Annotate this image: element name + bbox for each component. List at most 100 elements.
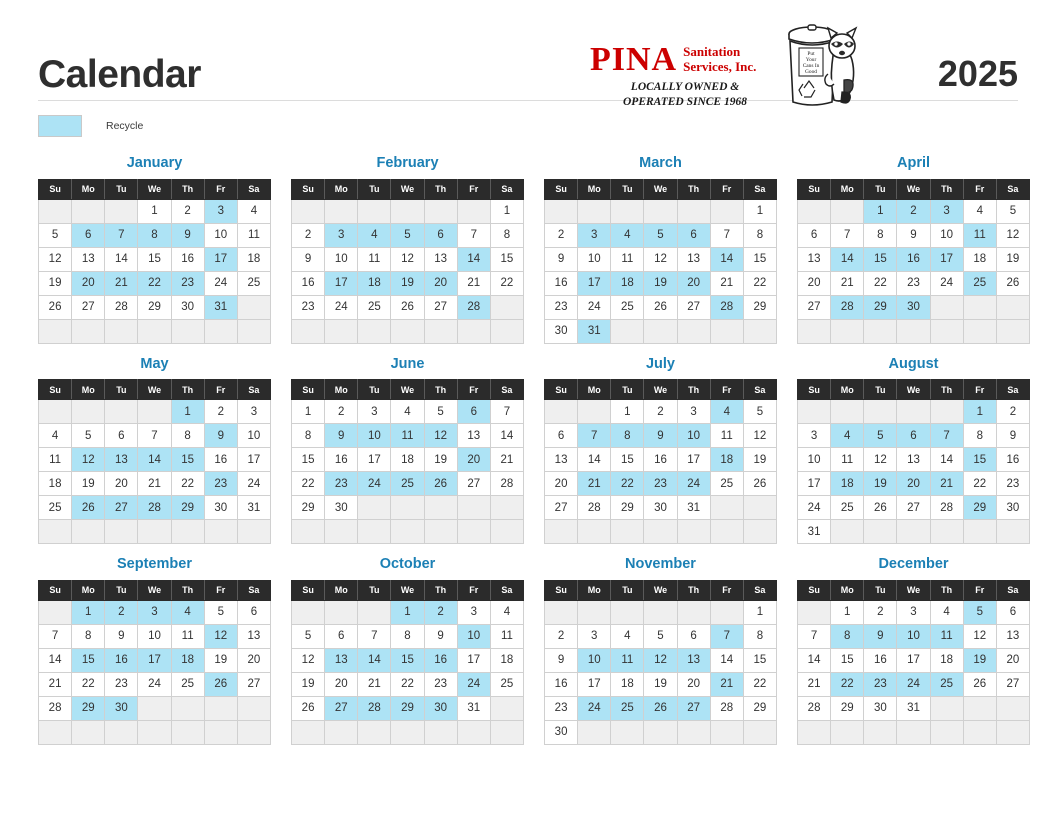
day-cell[interactable]: 20 <box>324 671 359 697</box>
day-cell[interactable]: 30 <box>203 495 238 520</box>
day-cell[interactable]: 3 <box>357 399 392 424</box>
day-cell[interactable]: 6 <box>676 623 711 649</box>
day-cell[interactable]: 25 <box>830 495 865 520</box>
day-cell-recycle[interactable]: 30 <box>896 294 931 320</box>
day-cell[interactable]: 18 <box>962 246 997 272</box>
day-cell[interactable]: 23 <box>423 671 458 697</box>
day-cell-recycle[interactable]: 28 <box>830 294 865 320</box>
day-cell[interactable]: 1 <box>610 399 645 424</box>
day-cell-recycle[interactable]: 14 <box>357 647 392 673</box>
day-cell[interactable]: 12 <box>290 647 326 673</box>
day-cell-recycle[interactable]: 4 <box>170 599 205 625</box>
day-cell-recycle[interactable]: 15 <box>390 647 425 673</box>
day-cell[interactable]: 3 <box>456 599 491 625</box>
day-cell-recycle[interactable]: 17 <box>203 246 238 272</box>
day-cell[interactable]: 31 <box>456 695 491 721</box>
day-cell-recycle[interactable]: 19 <box>962 647 997 673</box>
day-cell[interactable]: 12 <box>863 447 898 472</box>
day-cell[interactable]: 17 <box>796 471 832 496</box>
day-cell-recycle[interactable]: 7 <box>104 222 139 248</box>
day-cell[interactable]: 4 <box>390 399 425 424</box>
day-cell[interactable]: 8 <box>863 222 898 248</box>
day-cell[interactable]: 18 <box>489 647 525 673</box>
day-cell[interactable]: 26 <box>742 471 778 496</box>
day-cell[interactable]: 27 <box>543 495 579 520</box>
day-cell[interactable]: 9 <box>543 647 579 673</box>
day-cell[interactable]: 26 <box>962 671 997 697</box>
day-cell[interactable]: 16 <box>643 447 678 472</box>
day-cell[interactable]: 5 <box>290 623 326 649</box>
day-cell[interactable]: 21 <box>137 471 172 496</box>
day-cell-recycle[interactable]: 23 <box>203 471 238 496</box>
day-cell[interactable]: 26 <box>290 695 326 721</box>
day-cell-recycle[interactable]: 1 <box>962 399 997 424</box>
day-cell-recycle[interactable]: 6 <box>896 423 931 448</box>
day-cell[interactable]: 3 <box>676 399 711 424</box>
day-cell-recycle[interactable]: 10 <box>357 423 392 448</box>
day-cell[interactable]: 9 <box>543 246 579 272</box>
day-cell[interactable]: 3 <box>896 599 931 625</box>
day-cell[interactable]: 11 <box>830 447 865 472</box>
day-cell[interactable]: 11 <box>709 423 744 448</box>
day-cell-recycle[interactable]: 18 <box>830 471 865 496</box>
day-cell-recycle[interactable]: 23 <box>863 671 898 697</box>
day-cell[interactable]: 1 <box>489 198 525 224</box>
day-cell[interactable]: 30 <box>995 495 1031 520</box>
day-cell[interactable]: 9 <box>896 222 931 248</box>
day-cell-recycle[interactable]: 22 <box>830 671 865 697</box>
day-cell-recycle[interactable]: 2 <box>423 599 458 625</box>
day-cell[interactable]: 17 <box>577 671 612 697</box>
day-cell[interactable]: 3 <box>236 399 272 424</box>
day-cell-recycle[interactable]: 27 <box>324 695 359 721</box>
day-cell-recycle[interactable]: 2 <box>104 599 139 625</box>
day-cell[interactable]: 12 <box>37 246 73 272</box>
day-cell[interactable]: 30 <box>543 318 579 344</box>
day-cell[interactable]: 2 <box>543 623 579 649</box>
day-cell-recycle[interactable]: 1 <box>71 599 106 625</box>
day-cell-recycle[interactable]: 5 <box>962 599 997 625</box>
day-cell-recycle[interactable]: 12 <box>643 647 678 673</box>
day-cell[interactable]: 10 <box>236 423 272 448</box>
day-cell[interactable]: 27 <box>423 294 458 320</box>
day-cell-recycle[interactable]: 29 <box>71 695 106 721</box>
day-cell-recycle[interactable]: 15 <box>71 647 106 673</box>
day-cell[interactable]: 8 <box>71 623 106 649</box>
day-cell[interactable]: 23 <box>543 294 579 320</box>
day-cell[interactable]: 27 <box>71 294 106 320</box>
day-cell[interactable]: 27 <box>456 471 491 496</box>
day-cell[interactable]: 18 <box>236 246 272 272</box>
day-cell-recycle[interactable]: 21 <box>929 471 964 496</box>
day-cell-recycle[interactable]: 24 <box>456 671 491 697</box>
day-cell[interactable]: 18 <box>37 471 73 496</box>
day-cell[interactable]: 2 <box>324 399 359 424</box>
day-cell[interactable]: 19 <box>203 647 238 673</box>
day-cell[interactable]: 21 <box>37 671 73 697</box>
day-cell-recycle[interactable]: 20 <box>676 270 711 296</box>
day-cell[interactable]: 3 <box>577 623 612 649</box>
day-cell-recycle[interactable]: 1 <box>390 599 425 625</box>
day-cell-recycle[interactable]: 4 <box>709 399 744 424</box>
day-cell-recycle[interactable]: 22 <box>137 270 172 296</box>
day-cell-recycle[interactable]: 4 <box>830 423 865 448</box>
day-cell[interactable]: 12 <box>742 423 778 448</box>
day-cell-recycle[interactable]: 15 <box>863 246 898 272</box>
day-cell[interactable]: 12 <box>962 623 997 649</box>
day-cell-recycle[interactable]: 20 <box>71 270 106 296</box>
day-cell-recycle[interactable]: 28 <box>456 294 491 320</box>
day-cell[interactable]: 21 <box>709 270 744 296</box>
day-cell[interactable]: 2 <box>203 399 238 424</box>
day-cell[interactable]: 27 <box>995 671 1031 697</box>
day-cell[interactable]: 2 <box>995 399 1031 424</box>
day-cell[interactable]: 13 <box>676 246 711 272</box>
day-cell[interactable]: 5 <box>643 623 678 649</box>
day-cell-recycle[interactable]: 29 <box>962 495 997 520</box>
day-cell[interactable]: 16 <box>324 447 359 472</box>
day-cell-recycle[interactable]: 21 <box>709 671 744 697</box>
day-cell[interactable]: 6 <box>236 599 272 625</box>
day-cell[interactable]: 30 <box>324 495 359 520</box>
day-cell[interactable]: 18 <box>390 447 425 472</box>
day-cell[interactable]: 4 <box>929 599 964 625</box>
day-cell[interactable]: 9 <box>290 246 326 272</box>
day-cell[interactable]: 21 <box>357 671 392 697</box>
day-cell[interactable]: 19 <box>423 447 458 472</box>
